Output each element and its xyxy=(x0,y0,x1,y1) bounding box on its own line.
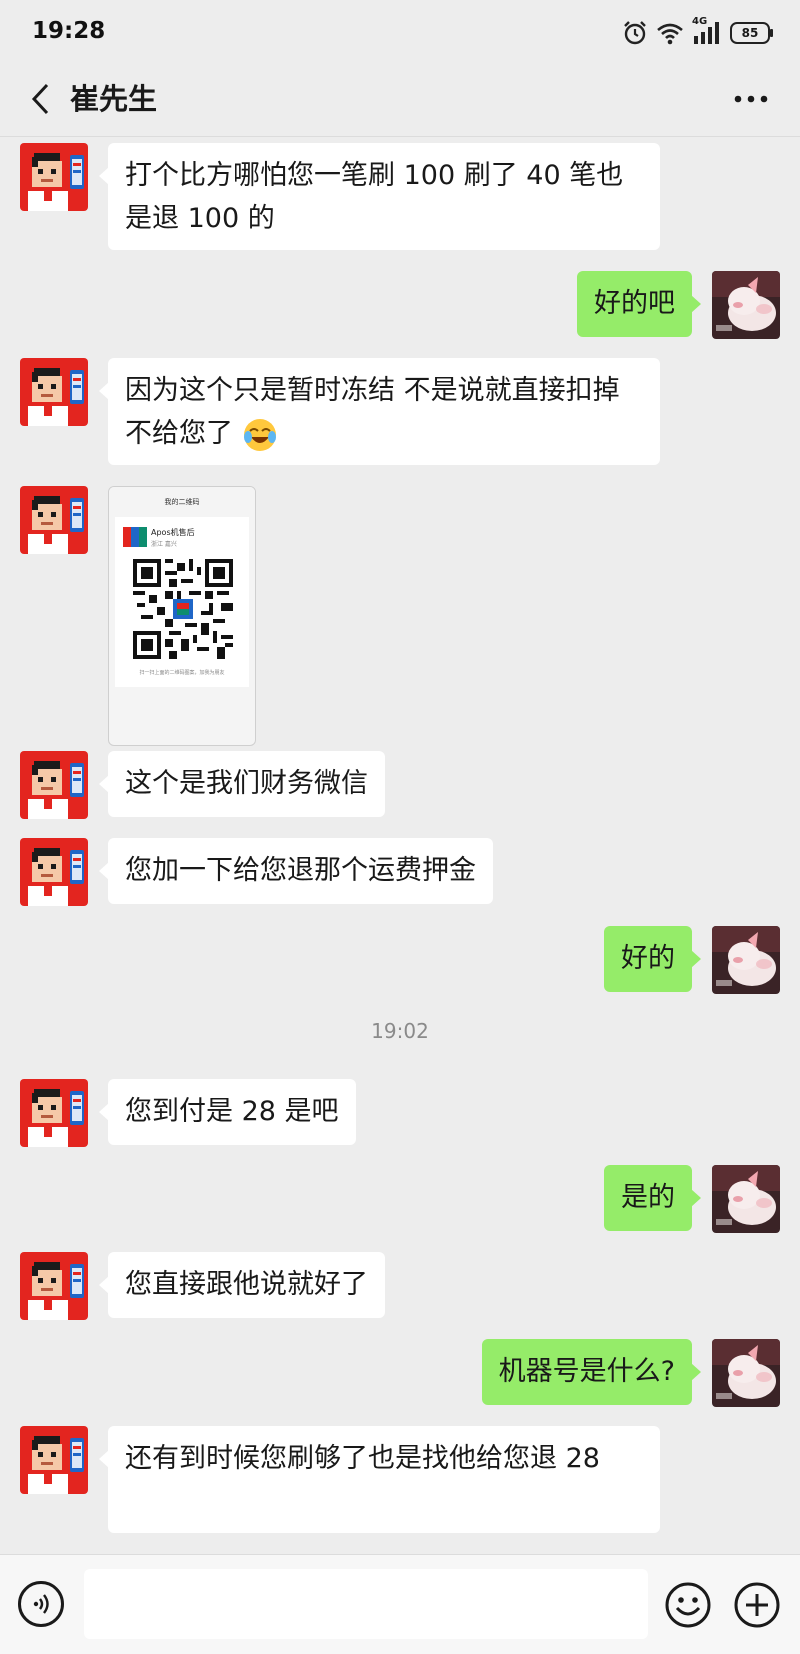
more-options-button[interactable] xyxy=(726,76,776,122)
contact-avatar[interactable] xyxy=(20,1079,88,1147)
chevron-left-icon xyxy=(31,83,49,115)
message-row: 还有到时候您刷够了也是找他给您退 28 xyxy=(0,1420,800,1550)
message-text: 因为这个只是暂时冻结 不是说就直接扣掉不给您了 xyxy=(125,375,620,449)
message-list[interactable]: 打个比方哪怕您一笔刷 100 刷了 40 笔也是退 100 的 好的吧 因为这个… xyxy=(0,137,800,1554)
message-bubble[interactable]: 您直接跟他说就好了 xyxy=(99,1252,385,1318)
merchant-region: 浙江 嘉兴 xyxy=(151,541,177,548)
merchant-name: Apos机售后 xyxy=(151,528,195,537)
message-row: 打个比方哪怕您一笔刷 100 刷了 40 笔也是退 100 的 xyxy=(0,137,800,250)
contact-avatar[interactable] xyxy=(20,1252,88,1320)
contact-avatar[interactable] xyxy=(20,358,88,426)
back-button[interactable] xyxy=(18,76,62,122)
contact-avatar[interactable] xyxy=(20,143,88,211)
status-icons: 4G 85 xyxy=(622,16,773,48)
message-bubble[interactable]: 好的吧 xyxy=(577,271,701,337)
unionpay-logo xyxy=(123,527,147,547)
message-bubble[interactable]: 是的 xyxy=(604,1165,701,1231)
image-status-bar xyxy=(109,487,255,495)
contact-name: 崔先生 xyxy=(70,82,158,116)
wifi-icon xyxy=(657,23,683,45)
message-row: 您到付是 28 是吧 xyxy=(0,1073,800,1145)
status-bar: 19:28 4G 85 xyxy=(0,0,800,64)
contact-avatar[interactable] xyxy=(20,751,88,819)
timestamp: 19:02 xyxy=(371,1019,429,1043)
ellipsis-icon xyxy=(734,95,768,103)
message-row: 这个是我们财务微信 xyxy=(0,745,800,817)
message-row: 好的吧 xyxy=(0,265,800,337)
qr-card: Apos机售后 浙江 嘉兴 扫一扫上面的二维码图案，加我为朋友 xyxy=(115,517,249,687)
message-bubble[interactable]: 这个是我们财务微信 xyxy=(99,751,385,817)
message-row: 因为这个只是暂时冻结 不是说就直接扣掉不给您了 xyxy=(0,352,800,465)
signal-icon: 4G xyxy=(692,16,722,46)
message-bubble[interactable]: 您到付是 28 是吧 xyxy=(99,1079,356,1145)
emoji-button-icon[interactable] xyxy=(664,1581,712,1629)
contact-avatar[interactable] xyxy=(20,838,88,906)
message-row: 我的二维码 Apos机售后 浙江 嘉兴 扫一扫上面的二维码图案，加我为朋友 xyxy=(0,480,800,746)
message-row: 是的 xyxy=(0,1159,800,1231)
alarm-icon xyxy=(624,21,646,45)
chat-header: 崔先生 xyxy=(0,64,800,137)
message-bubble[interactable]: 您加一下给您退那个运费押金 xyxy=(99,838,493,904)
message-input[interactable] xyxy=(84,1569,648,1639)
qr-code-image xyxy=(133,559,233,659)
image-top-bar: 我的二维码 xyxy=(164,498,200,506)
message-bubble[interactable]: 好的 xyxy=(604,926,701,992)
message-row: 您直接跟他说就好了 xyxy=(0,1246,800,1318)
message-row: 机器号是什么? xyxy=(0,1333,800,1405)
message-row: 好的 xyxy=(0,920,800,992)
self-avatar[interactable] xyxy=(712,1339,780,1407)
qr-caption: 扫一扫上面的二维码图案，加我为朋友 xyxy=(139,670,225,676)
message-bubble[interactable]: 还有到时候您刷够了也是找他给您退 28 xyxy=(99,1426,660,1533)
self-avatar[interactable] xyxy=(712,1165,780,1233)
message-bubble[interactable]: 机器号是什么? xyxy=(481,1339,702,1405)
message-bubble[interactable]: 因为这个只是暂时冻结 不是说就直接扣掉不给您了 xyxy=(99,358,660,465)
self-avatar[interactable] xyxy=(712,926,780,994)
message-bubble[interactable]: 打个比方哪怕您一笔刷 100 刷了 40 笔也是退 100 的 xyxy=(99,143,660,250)
image-message-qr-code[interactable]: 我的二维码 Apos机售后 浙江 嘉兴 扫一扫上面的二维码图案，加我为朋友 xyxy=(108,486,256,746)
crying-laughing-emoji-icon xyxy=(243,418,276,451)
status-time: 19:28 xyxy=(32,18,106,44)
message-row: 您加一下给您退那个运费押金 xyxy=(0,832,800,904)
battery-indicator: 85 xyxy=(730,22,773,44)
self-avatar[interactable] xyxy=(712,271,780,339)
voice-input-button[interactable] xyxy=(18,1581,64,1627)
voice-icon xyxy=(33,1594,49,1614)
contact-avatar[interactable] xyxy=(20,1426,88,1494)
contact-avatar[interactable] xyxy=(20,486,88,554)
plus-button-icon[interactable] xyxy=(733,1581,781,1629)
input-bar xyxy=(0,1554,800,1654)
